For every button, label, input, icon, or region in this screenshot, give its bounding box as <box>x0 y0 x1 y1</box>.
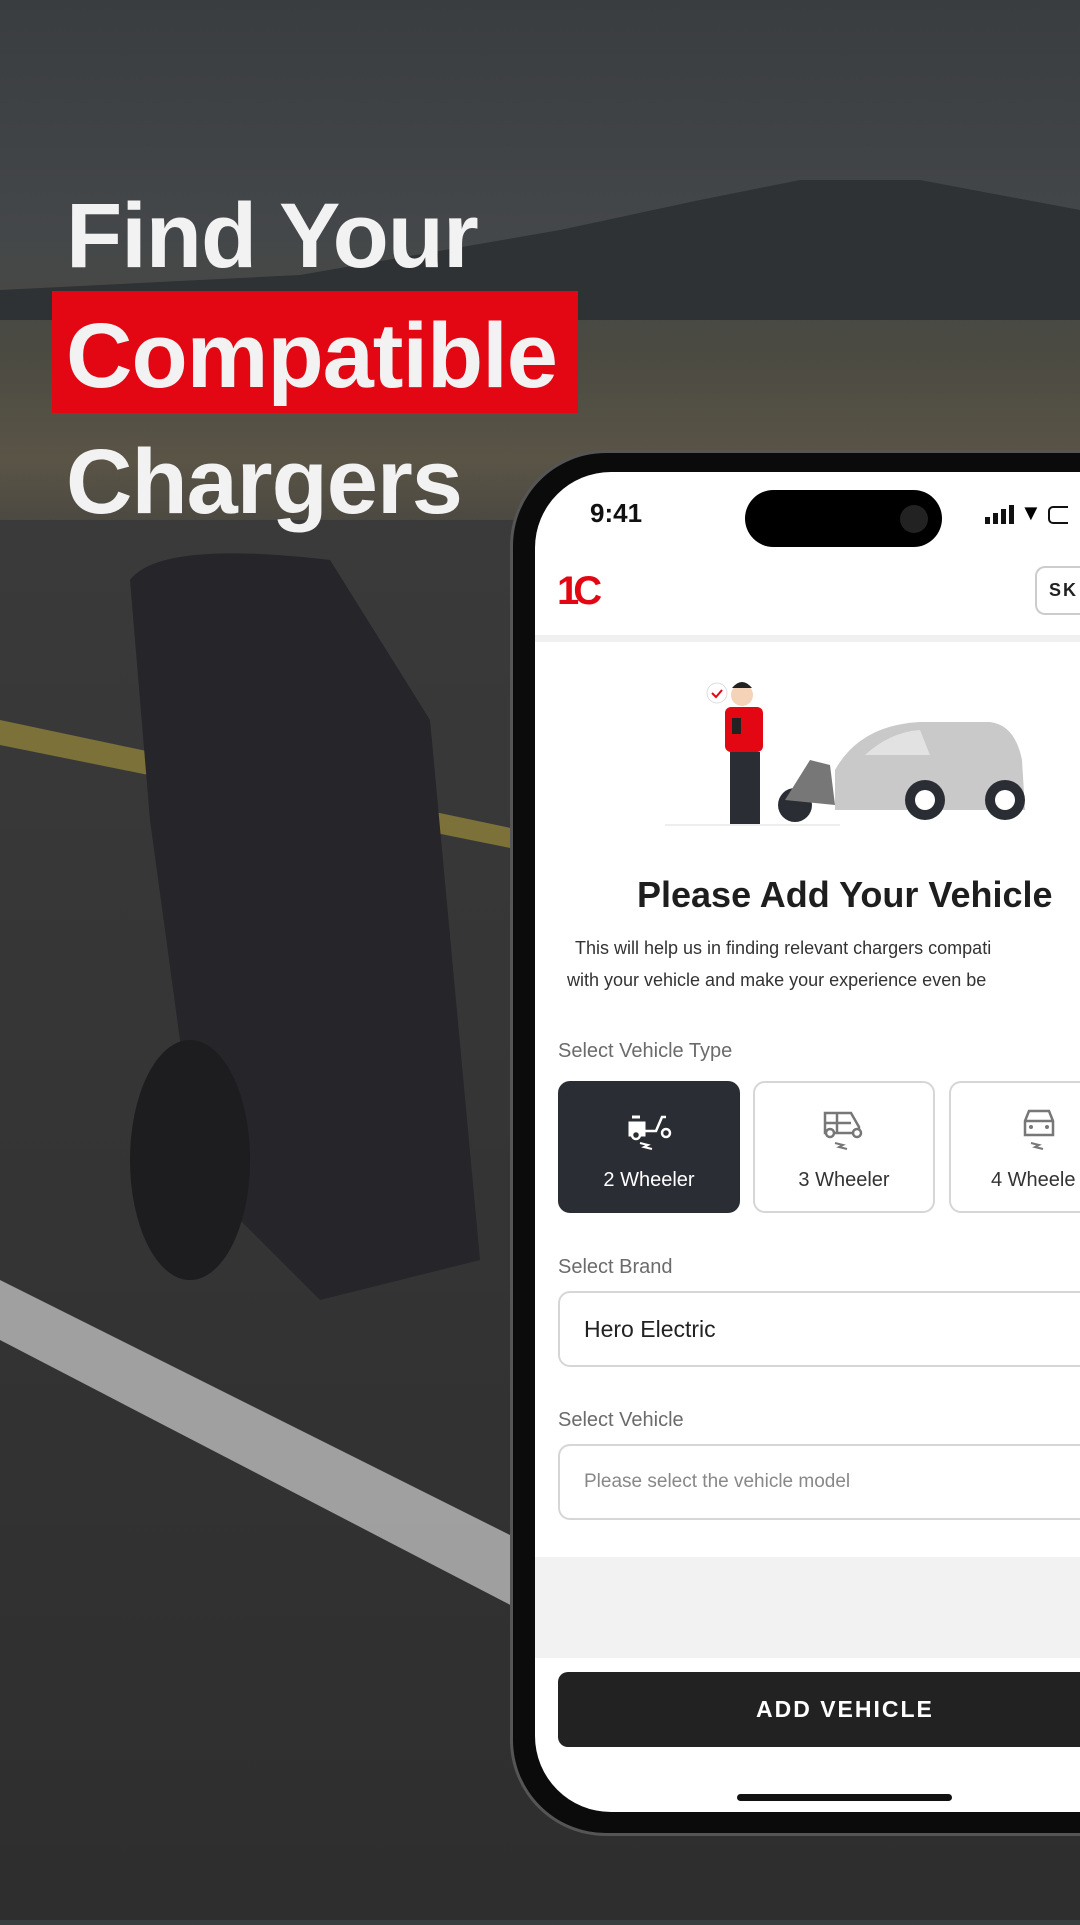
car-icon <box>1023 1109 1055 1150</box>
headline-line3: Chargers <box>66 431 463 533</box>
signal-icon <box>985 505 1014 524</box>
skip-button[interactable]: SK <box>1035 566 1080 615</box>
app-logo: 1C <box>557 569 602 613</box>
vehicle-type-label: Select Vehicle Type <box>558 1040 733 1062</box>
vehicle-placeholder: Please select the vehicle model <box>584 1471 851 1492</box>
phone-screen: 9:41 ▼ 1C SK Please Add Your Vehicle Thi… <box>535 472 1080 1812</box>
page-title: Please Add Your Vehicle <box>637 874 1053 915</box>
spacer-area <box>535 1557 1080 1658</box>
vehicle-illustration <box>665 682 1025 826</box>
subtitle-line2: with your vehicle and make your experien… <box>567 970 987 990</box>
battery-icon <box>1047 506 1068 524</box>
brand-label: Select Brand <box>558 1256 673 1278</box>
vehicle-model-select[interactable]: Please select the vehicle model <box>558 1444 1080 1520</box>
header-divider <box>535 635 1080 642</box>
dynamic-island <box>745 490 942 547</box>
brand-select[interactable]: Hero Electric <box>558 1291 1080 1367</box>
vehicle-type-4-wheeler[interactable]: 4 Wheele <box>949 1081 1080 1213</box>
vehicle-type-label: 2 Wheeler <box>603 1169 695 1191</box>
scooter-icon <box>628 1115 672 1150</box>
vehicle-type-3-wheeler[interactable]: 3 Wheeler <box>753 1081 935 1213</box>
vehicle-type-label: 4 Wheele <box>991 1169 1076 1191</box>
status-icons: ▼ <box>985 502 1068 524</box>
wifi-icon: ▼ <box>1020 500 1042 525</box>
vehicle-type-label: 3 Wheeler <box>798 1169 890 1191</box>
brand-value: Hero Electric <box>584 1315 716 1342</box>
headline-line2: Compatible <box>66 305 558 407</box>
home-indicator <box>737 1794 952 1801</box>
add-vehicle-button[interactable]: ADD VEHICLE <box>558 1672 1080 1747</box>
subtitle-line1: This will help us in finding relevant ch… <box>575 938 992 958</box>
rickshaw-icon <box>823 1111 863 1150</box>
vehicle-type-2-wheeler[interactable]: 2 Wheeler <box>558 1081 740 1213</box>
vehicle-label: Select Vehicle <box>558 1409 684 1431</box>
status-time: 9:41 <box>590 498 643 528</box>
headline-line1: Find Your <box>66 185 479 287</box>
